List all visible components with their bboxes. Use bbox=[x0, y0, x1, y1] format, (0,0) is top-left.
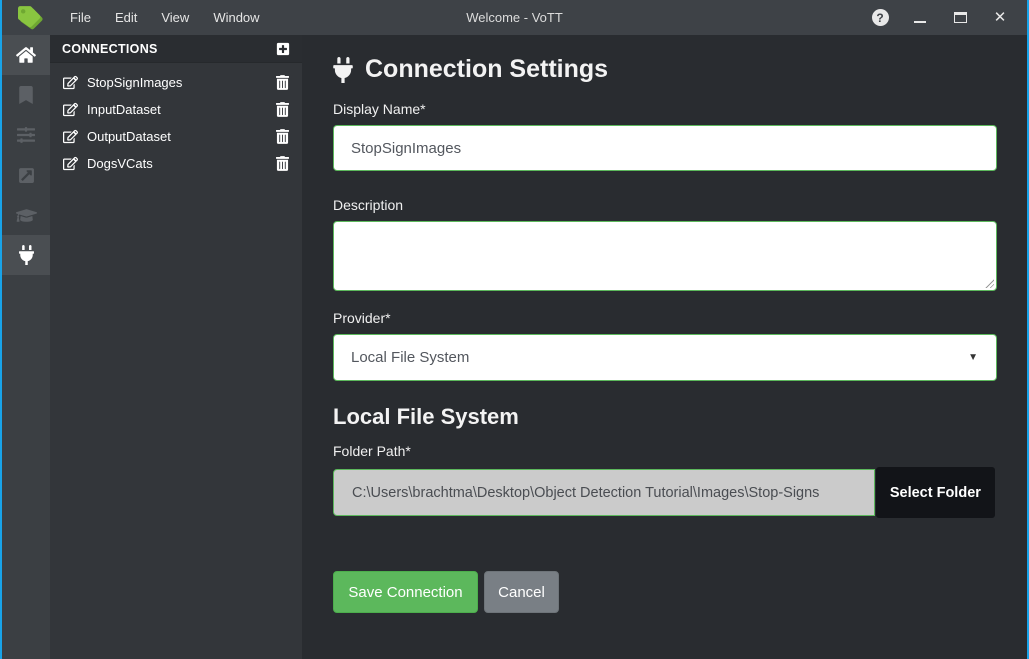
provider-selected-value: Local File System bbox=[351, 349, 469, 366]
folder-path-label: Folder Path* bbox=[333, 443, 995, 459]
display-name-label: Display Name* bbox=[333, 101, 995, 117]
save-connection-button[interactable]: Save Connection bbox=[333, 571, 478, 613]
menu-window[interactable]: Window bbox=[201, 0, 271, 35]
sidebar-item-connections[interactable] bbox=[2, 235, 50, 275]
help-icon: ? bbox=[872, 9, 889, 26]
delete-connection-button[interactable] bbox=[276, 75, 289, 90]
provider-label: Provider* bbox=[333, 310, 995, 326]
edit-connection-button[interactable] bbox=[63, 129, 78, 144]
edit-icon bbox=[63, 156, 78, 171]
folder-path-input[interactable] bbox=[333, 469, 875, 516]
connections-panel: CONNECTIONS StopSignImages bbox=[50, 35, 302, 659]
menu-edit[interactable]: Edit bbox=[103, 0, 149, 35]
connections-panel-title: CONNECTIONS bbox=[62, 42, 158, 56]
maximize-icon bbox=[954, 12, 967, 23]
plug-icon bbox=[333, 57, 353, 83]
chevron-down-icon: ▼ bbox=[968, 352, 978, 363]
connection-name[interactable]: StopSignImages bbox=[87, 75, 276, 90]
edit-icon bbox=[63, 129, 78, 144]
menu-view[interactable]: View bbox=[149, 0, 201, 35]
edit-connection-button[interactable] bbox=[63, 156, 78, 171]
edit-icon bbox=[63, 75, 78, 90]
trash-icon bbox=[276, 129, 289, 144]
home-icon bbox=[16, 46, 36, 64]
graduation-cap-icon bbox=[16, 207, 37, 224]
select-folder-button[interactable]: Select Folder bbox=[876, 467, 995, 518]
connection-name[interactable]: OutputDataset bbox=[87, 129, 276, 144]
vott-logo-icon bbox=[18, 6, 44, 30]
delete-connection-button[interactable] bbox=[276, 129, 289, 144]
sidebar-item-active-learning[interactable] bbox=[2, 195, 50, 235]
connection-list-item[interactable]: InputDataset bbox=[50, 96, 302, 123]
connections-panel-header: CONNECTIONS bbox=[50, 35, 302, 63]
sidebar-item-home[interactable] bbox=[2, 35, 50, 75]
edit-icon bbox=[63, 102, 78, 117]
provider-section-heading: Local File System bbox=[333, 404, 995, 430]
plug-icon bbox=[19, 245, 34, 265]
minimize-icon bbox=[914, 21, 926, 23]
menu-file[interactable]: File bbox=[58, 0, 103, 35]
connection-name[interactable]: DogsVCats bbox=[87, 156, 276, 171]
help-button[interactable]: ? bbox=[867, 5, 893, 31]
cancel-button[interactable]: Cancel bbox=[484, 571, 559, 613]
trash-icon bbox=[276, 75, 289, 90]
description-textarea[interactable] bbox=[333, 221, 997, 291]
edit-connection-button[interactable] bbox=[63, 102, 78, 117]
close-icon: ✕ bbox=[994, 10, 1007, 25]
connection-list-item[interactable]: DogsVCats bbox=[50, 150, 302, 177]
connection-name[interactable]: InputDataset bbox=[87, 102, 276, 117]
trash-icon bbox=[276, 102, 289, 117]
description-label: Description bbox=[333, 197, 995, 213]
close-button[interactable]: ✕ bbox=[987, 5, 1013, 31]
connection-list-item[interactable]: OutputDataset bbox=[50, 123, 302, 150]
export-icon bbox=[18, 167, 35, 184]
minimize-button[interactable] bbox=[907, 5, 933, 31]
add-connection-button[interactable] bbox=[276, 42, 290, 56]
bookmark-icon bbox=[19, 86, 33, 104]
window-controls: ? ✕ bbox=[867, 5, 1027, 31]
connection-settings-form: Connection Settings Display Name* Descri… bbox=[302, 35, 1027, 659]
menubar: File Edit View Window bbox=[58, 0, 272, 35]
sidebar-item-export[interactable] bbox=[2, 155, 50, 195]
sidebar-item-tags[interactable] bbox=[2, 75, 50, 115]
sliders-icon bbox=[17, 126, 35, 144]
provider-select[interactable]: Local File System ▼ bbox=[333, 334, 997, 381]
sidebar bbox=[2, 35, 50, 659]
plus-square-icon bbox=[276, 42, 290, 56]
delete-connection-button[interactable] bbox=[276, 156, 289, 171]
trash-icon bbox=[276, 156, 289, 171]
titlebar: File Edit View Window Welcome - VoTT ? ✕ bbox=[2, 0, 1027, 35]
edit-connection-button[interactable] bbox=[63, 75, 78, 90]
maximize-button[interactable] bbox=[947, 5, 973, 31]
connections-list: StopSignImages InputDataset bbox=[50, 63, 302, 177]
display-name-input[interactable] bbox=[333, 125, 997, 171]
page-title: Connection Settings bbox=[365, 55, 608, 84]
delete-connection-button[interactable] bbox=[276, 102, 289, 117]
app-window: File Edit View Window Welcome - VoTT ? ✕ bbox=[0, 0, 1029, 659]
sidebar-item-settings[interactable] bbox=[2, 115, 50, 155]
connection-list-item[interactable]: StopSignImages bbox=[50, 69, 302, 96]
